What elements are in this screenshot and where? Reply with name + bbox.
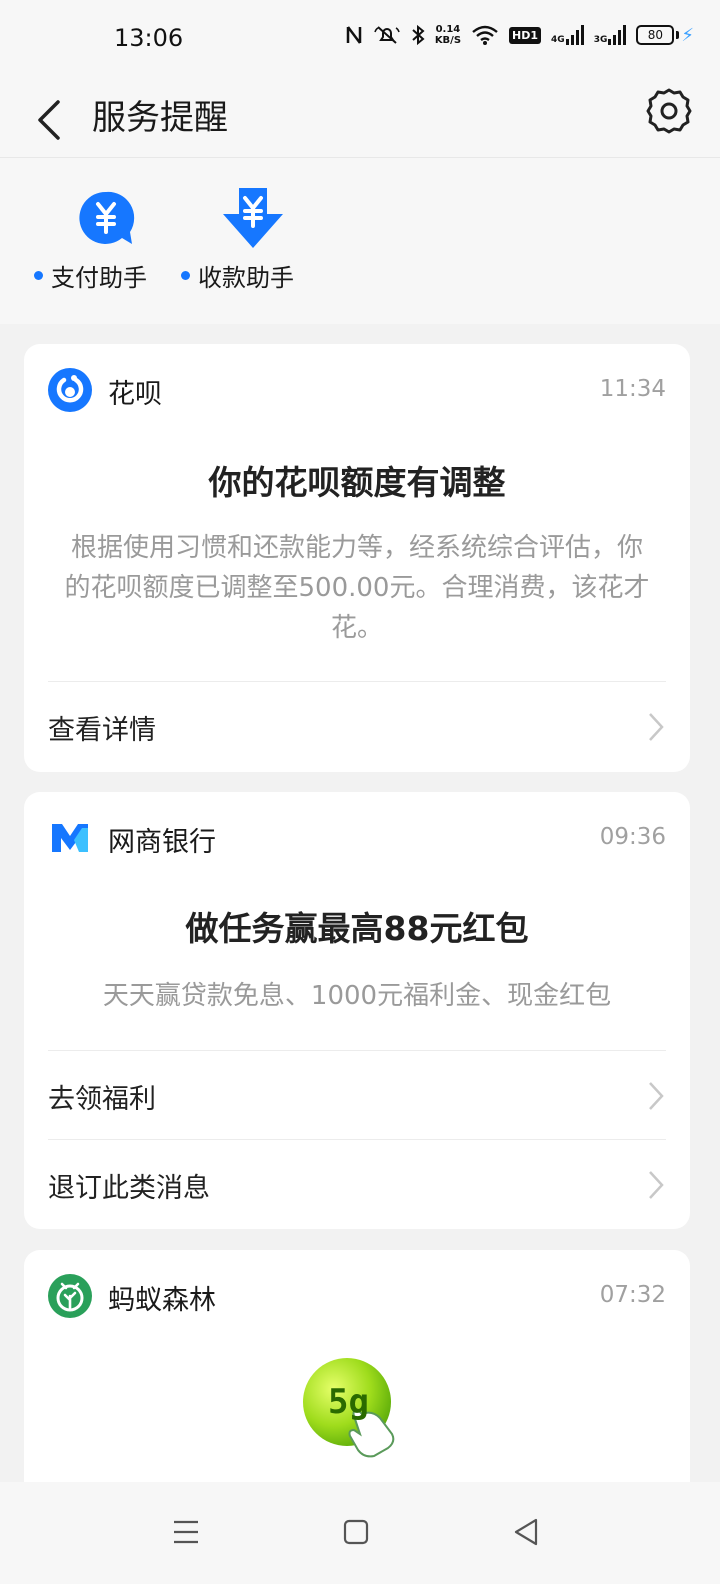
card-time: 11:34 [599, 376, 666, 402]
system-nav-bar [0, 1482, 720, 1584]
card-app-name: 网商银行 [108, 827, 216, 858]
net-speed: 0.14 KB/S [434, 24, 462, 46]
row-label: 退订此类消息 [48, 1173, 210, 1204]
energy-ball[interactable]: 5g [302, 1356, 412, 1466]
card-title: 你的花呗额度有调整 [208, 463, 506, 502]
status-bar: 13:06 0.14 KB/S HD1 4G 3G 80 ⚡ [0, 0, 720, 78]
huabei-logo-icon [48, 368, 92, 412]
card-time: 07:32 [599, 1282, 666, 1308]
unread-dot [34, 271, 43, 280]
triangle-back-icon [514, 1518, 538, 1546]
card-time: 09:36 [599, 824, 666, 850]
get-benefits-row[interactable]: 去领福利 [48, 1050, 666, 1140]
unsubscribe-row[interactable]: 退订此类消息 [48, 1139, 666, 1229]
back-button[interactable] [30, 88, 74, 148]
status-icons: 0.14 KB/S HD1 4G 3G 80 ⚡ [345, 24, 694, 46]
signal-sim2: 3G [594, 25, 627, 45]
view-details-row[interactable]: 查看详情 [48, 681, 666, 771]
ant-forest-logo-icon [48, 1274, 92, 1318]
chevron-left-icon [38, 100, 60, 140]
home-button[interactable] [336, 1512, 376, 1552]
charging-icon: ⚡ [681, 24, 694, 46]
settings-button[interactable] [644, 86, 694, 136]
row-label: 查看详情 [48, 715, 156, 746]
mybank-logo-icon [52, 824, 88, 852]
shortcut-label: 支付助手 [51, 264, 147, 292]
menu-button[interactable] [166, 1512, 206, 1552]
row-label: 去领福利 [48, 1084, 156, 1115]
energy-label: 5g [328, 1382, 369, 1422]
message-card-mybank: 网商银行 09:36 做任务赢最高88元红包 天天赢贷款免息、1000元福利金、… [24, 792, 690, 1229]
gear-icon [646, 88, 692, 134]
status-time: 13:06 [114, 24, 184, 52]
chevron-right-icon [649, 1171, 664, 1199]
battery-icon: 80 ⚡ [636, 25, 694, 46]
page-title: 服务提醒 [92, 98, 228, 138]
shortcut-label: 收款助手 [198, 264, 294, 292]
chevron-right-icon [649, 1082, 664, 1110]
nfc-icon [346, 26, 362, 44]
yuan-down-arrow-icon [223, 188, 283, 248]
message-card-ant-forest: 蚂蚁森林 07:32 5g [24, 1250, 690, 1510]
shortcut-bar: 支付助手 收款助手 [0, 158, 720, 324]
menu-icon [174, 1520, 198, 1544]
yuan-chat-bubble-icon [79, 191, 135, 244]
card-app-name: 蚂蚁森林 [108, 1285, 216, 1316]
shortcut-payment-assistant[interactable]: 支付助手 [34, 188, 174, 298]
hd-badge: HD1 [509, 26, 542, 44]
card-header: 花呗 11:34 [48, 366, 666, 414]
bell-muted-icon [374, 26, 400, 44]
card-header: 网商银行 09:36 [48, 814, 666, 862]
bluetooth-icon [412, 24, 425, 46]
chevron-right-icon [649, 713, 664, 741]
message-card-huabei: 花呗 11:34 你的花呗额度有调整 根据使用习惯和还款能力等，经系统综合评估，… [24, 344, 690, 772]
shortcut-receipt-assistant[interactable]: 收款助手 [181, 188, 321, 298]
app-header: 服务提醒 [0, 78, 720, 158]
card-header: 蚂蚁森林 07:32 [48, 1272, 666, 1320]
system-back-button[interactable] [506, 1512, 546, 1552]
signal-sim1: 4G [551, 25, 584, 45]
card-body: 天天赢贷款免息、1000元福利金、现金红包 [102, 981, 612, 1011]
card-body: 根据使用习惯和还款能力等，经系统综合评估，你的花呗额度已调整至500.00元。合… [64, 533, 650, 643]
unread-dot [181, 271, 190, 280]
signal-bars-icon [565, 25, 584, 45]
card-title: 做任务赢最高88元红包 [185, 909, 529, 948]
signal-bars-icon [608, 25, 627, 45]
wifi-icon [472, 25, 498, 45]
battery-level: 80 [636, 25, 675, 45]
card-app-name: 花呗 [108, 379, 162, 410]
square-home-icon [343, 1519, 369, 1545]
